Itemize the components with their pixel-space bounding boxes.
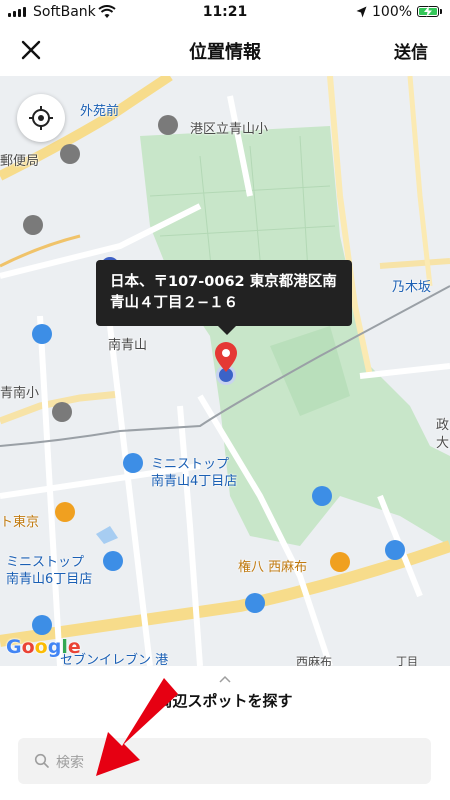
map-label-nogizaka: 乃木坂 — [392, 280, 432, 295]
map-label-area: 南青山 — [108, 338, 148, 353]
map-label-east-2: 大 — [436, 436, 450, 451]
crosshair-icon — [29, 106, 53, 130]
bottom-sheet: 周辺スポットを探す 検索 — [0, 666, 450, 800]
map-view[interactable]: 外苑前 港区立青山小 郵便局 南青山 乃木坂 青南小 政 大 ト東京 ミニストッ… — [0, 76, 450, 666]
header: 位置情報 送信 — [0, 24, 450, 76]
chevron-up-icon[interactable] — [218, 674, 232, 684]
location-pin-icon[interactable] — [207, 340, 245, 388]
search-placeholder: 検索 — [56, 755, 84, 771]
battery-percent: 100% — [372, 4, 413, 20]
poi-label-tokyo: ト東京 — [0, 515, 40, 530]
address-callout: 日本、〒107-0062 東京都港区南青山４丁目２−１６ — [96, 260, 352, 335]
close-icon[interactable] — [18, 37, 44, 63]
map-label-chome: 丁目 — [396, 655, 418, 666]
map-label-aoyama-school: 青南小 — [0, 386, 40, 401]
google-logo: Google — [6, 636, 81, 658]
send-button[interactable]: 送信 — [394, 38, 428, 63]
nearby-spots-title: 周辺スポットを探す — [157, 692, 293, 710]
poi-ministop-4: ミニストップ 南青山4丁目店 — [151, 457, 238, 489]
search-icon — [34, 753, 49, 768]
search-input[interactable]: 検索 — [18, 738, 431, 784]
map-label-station: 外苑前 — [80, 104, 120, 119]
map-label-post-office: 郵便局 — [0, 154, 40, 169]
page-title: 位置情報 — [189, 42, 261, 63]
poi-gonpachi: 権八 西麻布 — [238, 560, 308, 575]
battery-nub — [440, 9, 442, 14]
battery-icon — [417, 6, 439, 17]
current-location-button[interactable] — [17, 94, 65, 142]
map-label-school: 港区立青山小 — [190, 122, 269, 137]
status-bar: SoftBank 11:21 100% — [0, 0, 450, 24]
location-arrow-icon — [356, 6, 367, 18]
map-label-east: 政 — [436, 418, 450, 433]
map-label-nishiazabu: 西麻布 — [296, 655, 333, 666]
poi-ministop-6: ミニストップ 南青山6丁目店 — [6, 555, 93, 587]
